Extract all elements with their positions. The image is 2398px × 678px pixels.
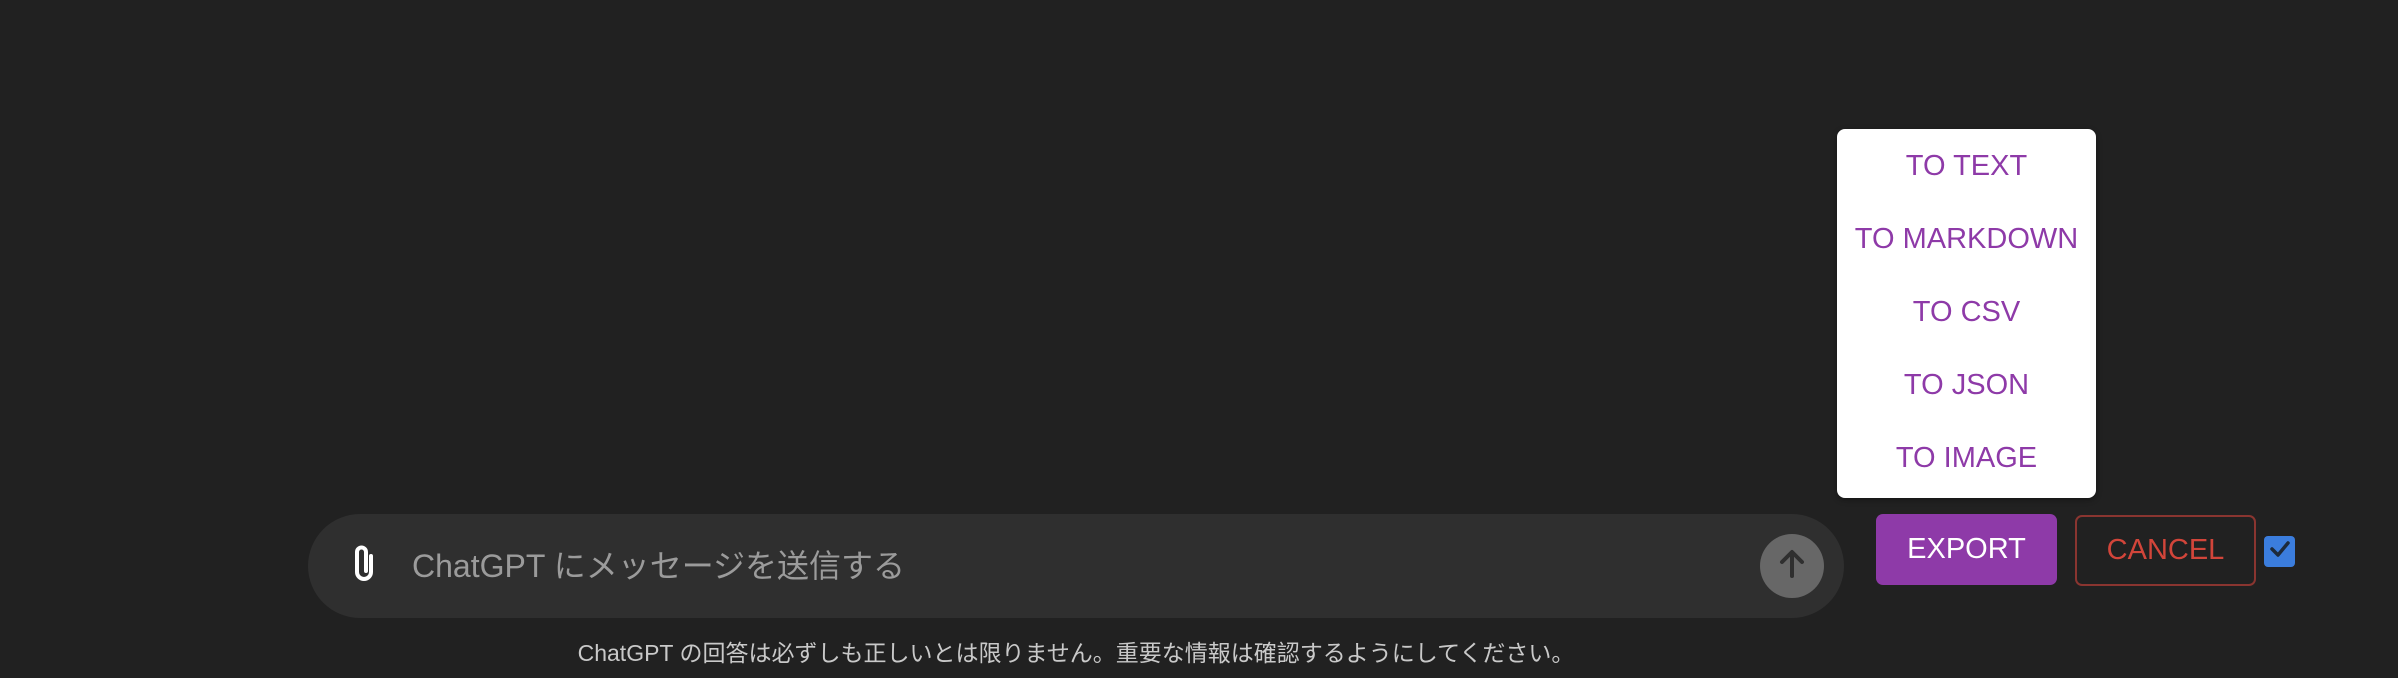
arrow-up-icon	[1777, 548, 1807, 585]
menu-item-to-image[interactable]: TO IMAGE	[1837, 422, 2096, 495]
menu-item-to-json[interactable]: TO JSON	[1837, 349, 2096, 422]
select-checkbox[interactable]	[2264, 536, 2295, 567]
export-button[interactable]: EXPORT	[1876, 514, 2057, 585]
chat-page: TO TEXT TO MARKDOWN TO CSV TO JSON TO IM…	[0, 0, 2398, 678]
send-button[interactable]	[1760, 534, 1824, 598]
menu-item-to-markdown[interactable]: TO MARKDOWN	[1837, 203, 2096, 276]
cancel-button[interactable]: CANCEL	[2075, 515, 2256, 586]
menu-item-to-text[interactable]: TO TEXT	[1837, 130, 2096, 203]
disclaimer-text: ChatGPT の回答は必ずしも正しいとは限りません。重要な情報は確認するように…	[577, 640, 1575, 666]
checkmark-icon	[2269, 540, 2291, 563]
export-format-menu: TO TEXT TO MARKDOWN TO CSV TO JSON TO IM…	[1837, 129, 2096, 498]
menu-item-to-csv[interactable]: TO CSV	[1837, 276, 2096, 349]
message-input[interactable]	[412, 536, 1732, 596]
paperclip-icon	[349, 542, 379, 591]
attach-file-button[interactable]	[338, 540, 390, 592]
message-composer	[308, 514, 1844, 618]
